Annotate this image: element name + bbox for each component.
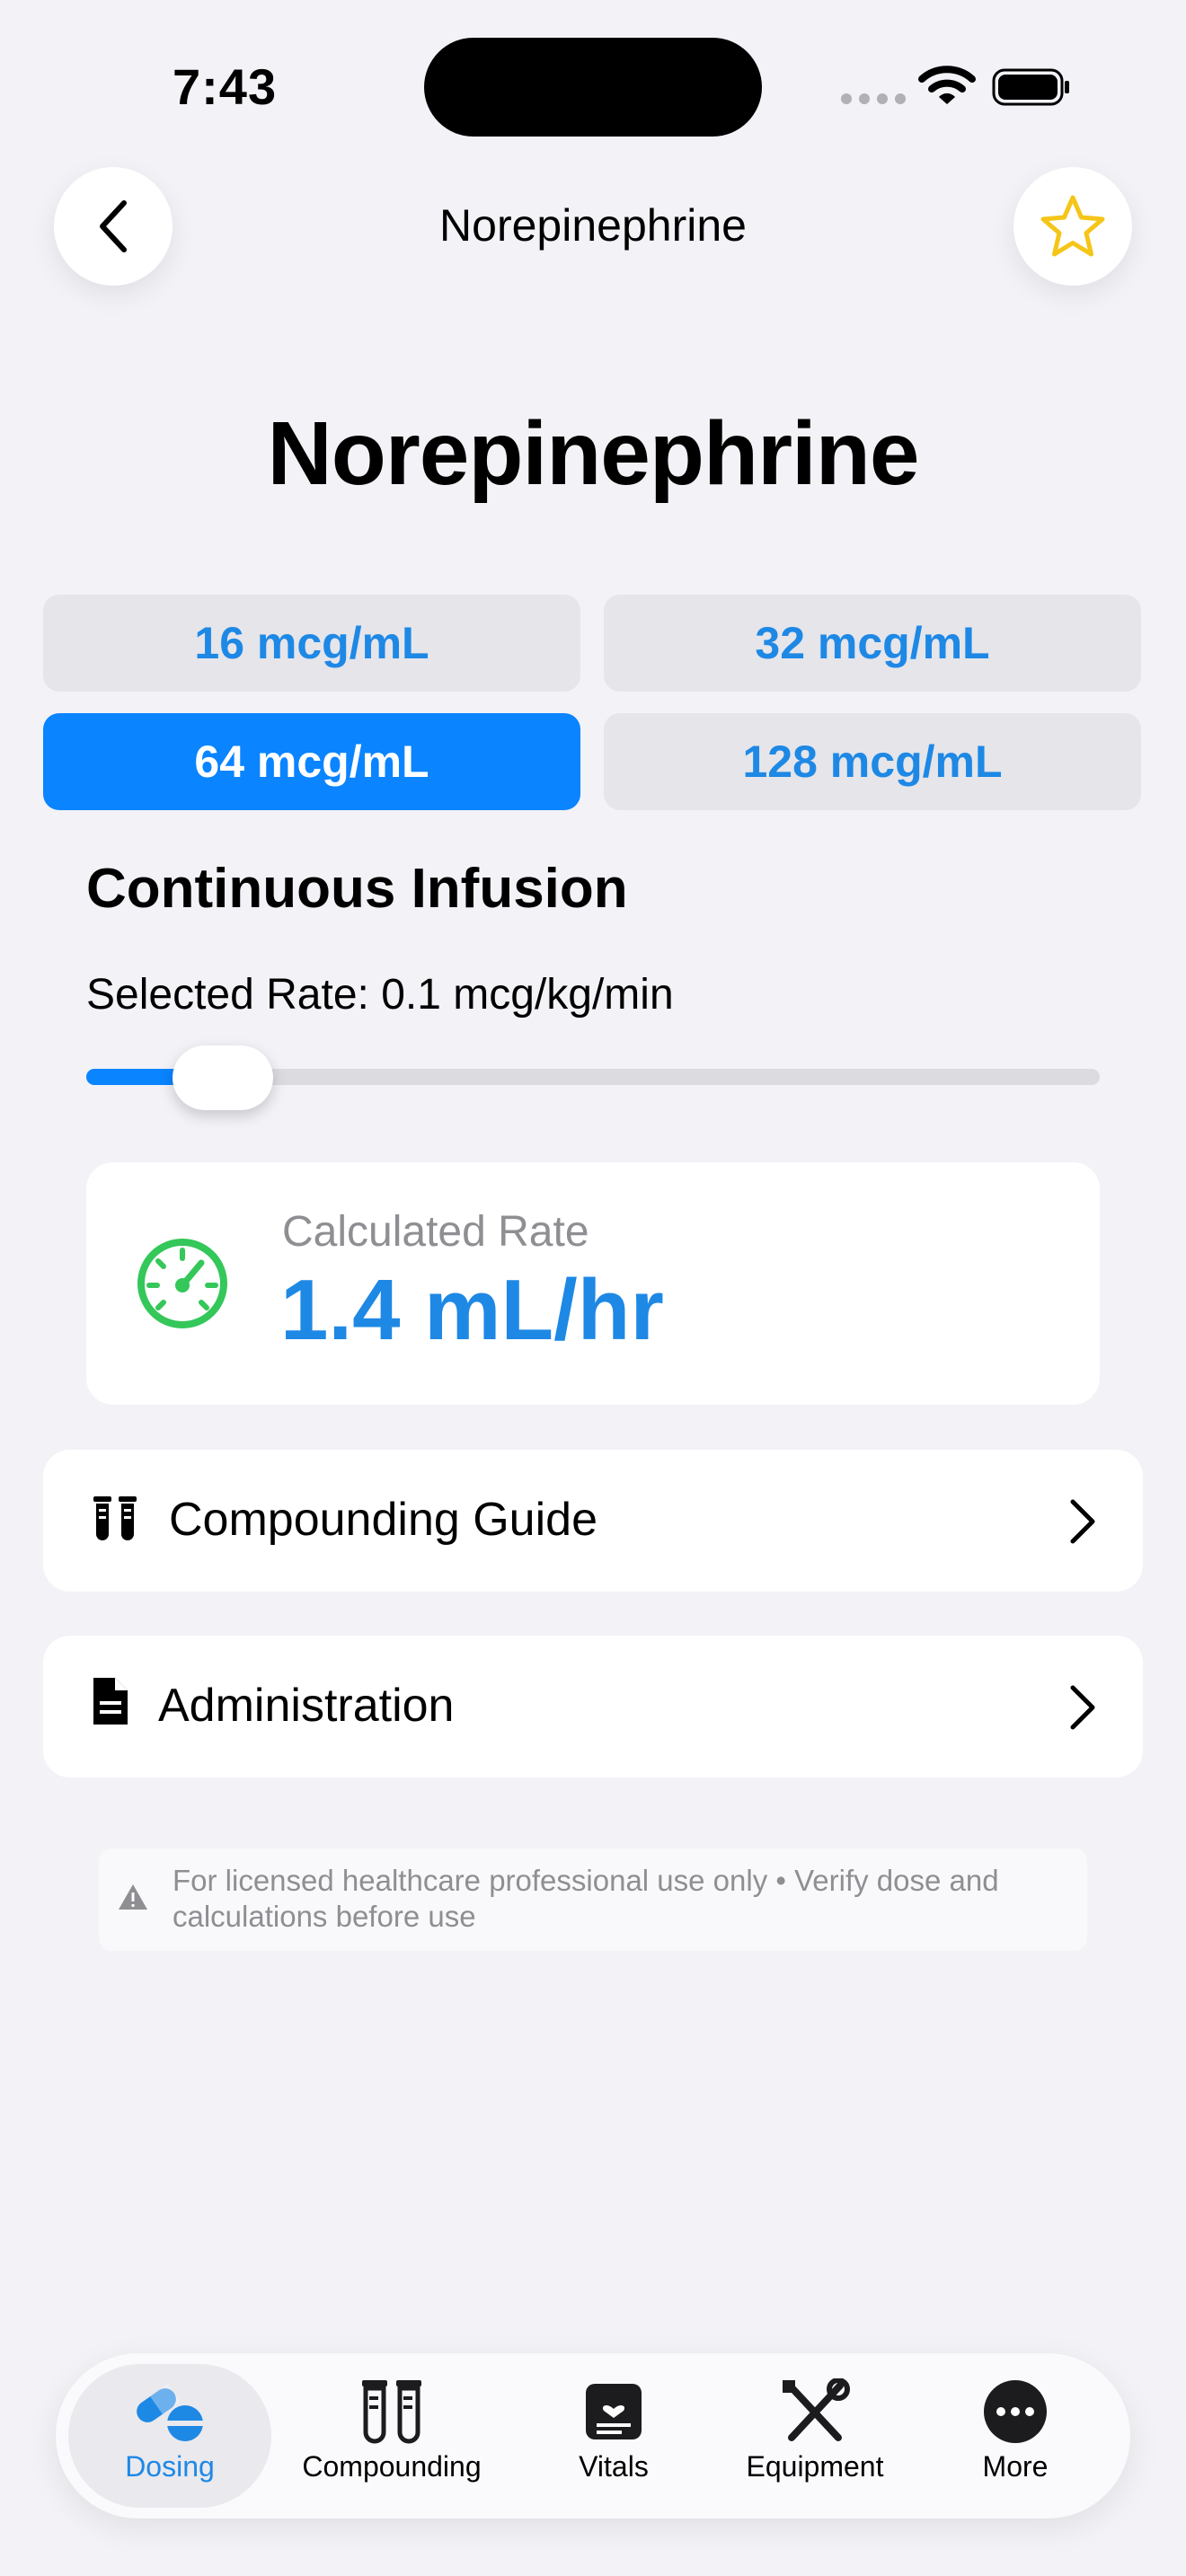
compounding-guide-label: Compounding Guide [169,1494,597,1546]
disclaimer-text: For licensed healthcare professional use… [173,1864,999,1933]
administration-label: Administration [158,1680,455,1732]
tab-more-label: More [982,2450,1049,2483]
tab-dosing-label: Dosing [125,2450,215,2483]
test-tubes-icon [362,2380,421,2444]
calculated-rate-value: 1.4 mL/hr [280,1262,664,1358]
concentration-option-32[interactable]: 32 mcg/mL [604,595,1141,692]
status-time: 7:43 [173,58,278,115]
dynamic-island [424,38,762,137]
tab-more[interactable]: More [916,2378,1114,2483]
concentration-option-128[interactable]: 128 mcg/mL [604,713,1141,810]
tab-vitals-label: Vitals [579,2450,649,2483]
tab-dosing[interactable]: Dosing [71,2378,269,2483]
calculated-rate-label: Calculated Rate [282,1208,589,1256]
drug-title: Norepinephrine [267,403,920,504]
warning-icon [119,1884,147,1910]
tab-equipment[interactable]: Equipment [716,2378,914,2483]
signal-dots-icon [841,93,906,104]
concentration-option-16[interactable]: 16 mcg/mL [43,595,580,692]
gauge-icon [137,1239,227,1328]
star-icon [1040,195,1105,257]
chevron-right-icon [1070,1499,1095,1544]
tab-equipment-label: Equipment [746,2450,884,2483]
vitals-icon [586,2384,642,2439]
pills-icon [137,2384,203,2441]
nav-title: Norepinephrine [439,200,747,251]
battery-icon [992,68,1069,106]
rate-slider-thumb[interactable] [173,1045,273,1110]
concentration-option-64[interactable]: 64 mcg/mL [43,713,580,810]
section-heading: Continuous Infusion [86,858,628,920]
favorite-button[interactable] [1013,167,1132,286]
test-tubes-icon [93,1496,137,1540]
wifi-icon [918,66,976,104]
document-icon [93,1678,128,1725]
tab-compounding[interactable]: Compounding [293,2378,491,2483]
chevron-right-icon [1070,1685,1095,1730]
tab-compounding-label: Compounding [302,2450,482,2483]
selected-rate-label: Selected Rate: 0.1 mcg/kg/min [86,971,674,1019]
tab-vitals[interactable]: Vitals [515,2378,712,2483]
more-icon [984,2380,1047,2443]
tools-icon [783,2378,850,2441]
